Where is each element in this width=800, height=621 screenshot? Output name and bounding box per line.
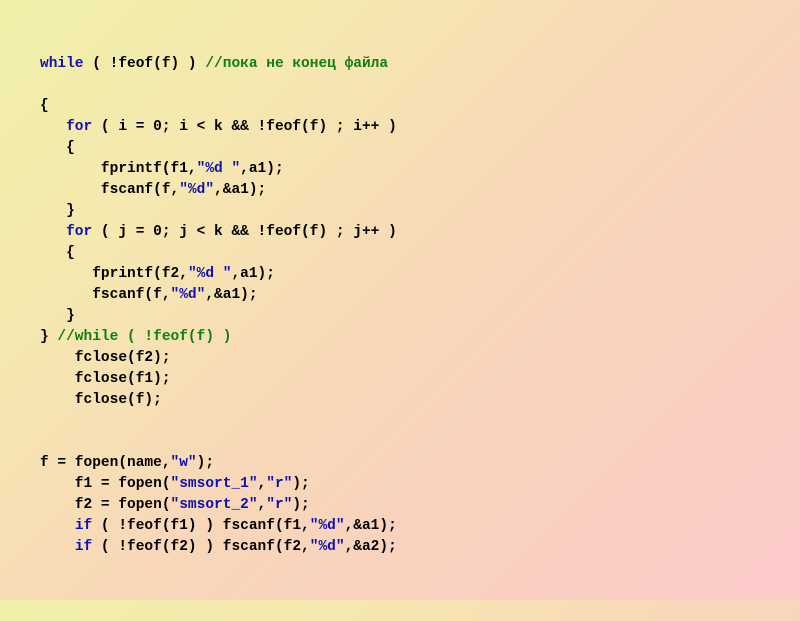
code-segment-str: "r" [266, 497, 292, 513]
code-segment-plain: fclose(f2); fclose(f1); fclose(f); f = f… [40, 350, 171, 471]
code-segment-plain: , [258, 497, 267, 513]
code-segment-kw: for [66, 119, 92, 135]
code-segment-str: "%d" [171, 287, 206, 303]
code-segment-cmt: //пока не конец файла [205, 56, 388, 72]
code-segment-str: "smsort_1" [171, 476, 258, 492]
code-segment-str: "w" [171, 455, 197, 471]
code-segment-plain: ( !feof(f1) ) fscanf(f1, [92, 518, 310, 534]
code-segment-str: "%d" [179, 182, 214, 198]
code-segment-str: "%d" [310, 518, 345, 534]
code-segment-kw: if [75, 539, 92, 555]
code-segment-plain: { [40, 98, 66, 135]
code-segment-plain: ( !feof(f) ) [84, 56, 206, 72]
code-segment-cmt: //while ( !feof(f) ) [57, 329, 231, 345]
code-segment-str: "%d" [310, 539, 345, 555]
code-segment-str: "smsort_2" [171, 497, 258, 513]
code-segment-plain: , [258, 476, 267, 492]
code-segment-kw: while [40, 56, 84, 72]
code-segment-kw: if [75, 518, 92, 534]
code-segment-str: "r" [266, 476, 292, 492]
code-segment-str: "%d " [188, 266, 232, 282]
code-segment-str: "%d " [197, 161, 241, 177]
code-segment-plain: ( !feof(f2) ) fscanf(f2, [92, 539, 310, 555]
code-segment-plain: ,&a2); [345, 539, 397, 555]
code-block: while ( !feof(f) ) //пока не конец файла… [40, 54, 760, 558]
code-segment-kw: for [66, 224, 92, 240]
